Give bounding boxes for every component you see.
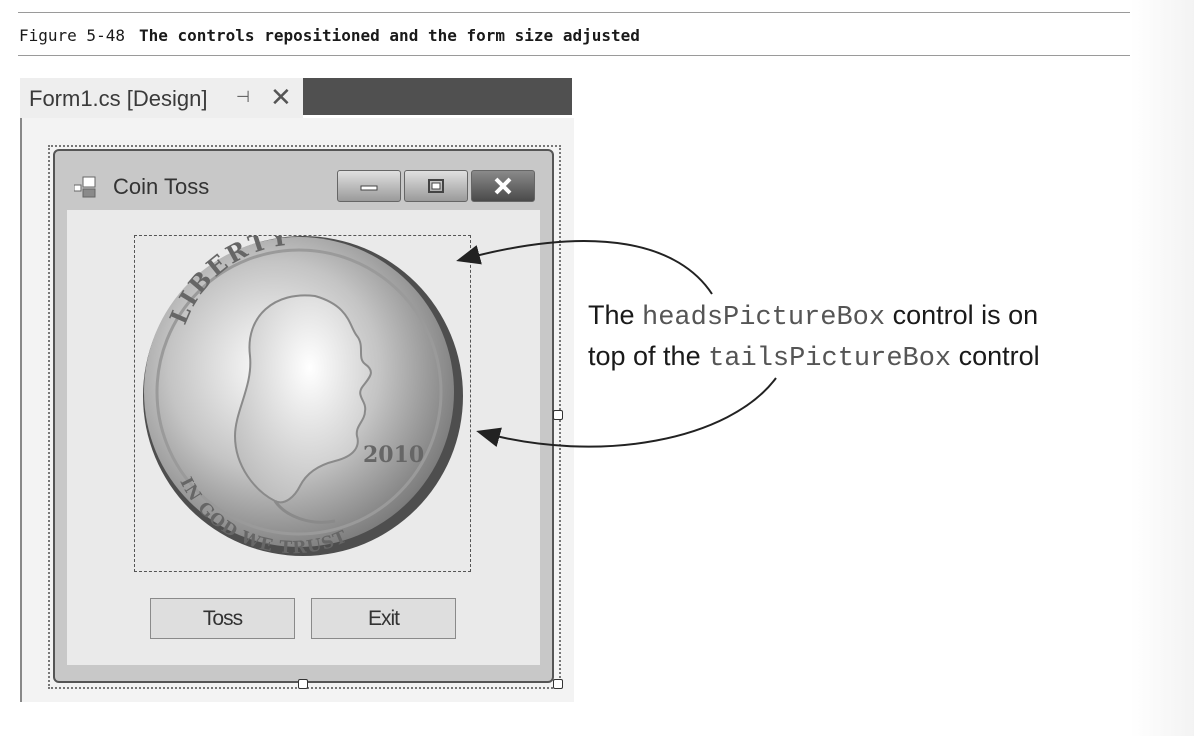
- arrow-to-tails-picture-box: [476, 377, 777, 448]
- tails-picture-box-name: tailsPictureBox: [708, 344, 952, 374]
- annotation-line-2: top of the tailsPictureBox control: [588, 341, 1040, 374]
- heads-picture-box-name: headsPictureBox: [642, 303, 886, 333]
- annotation-line-1: The headsPictureBox control is on: [588, 300, 1039, 333]
- arrow-to-heads-picture-box: [456, 240, 713, 295]
- annotation-text: The headsPictureBox control is on top of…: [588, 296, 1040, 378]
